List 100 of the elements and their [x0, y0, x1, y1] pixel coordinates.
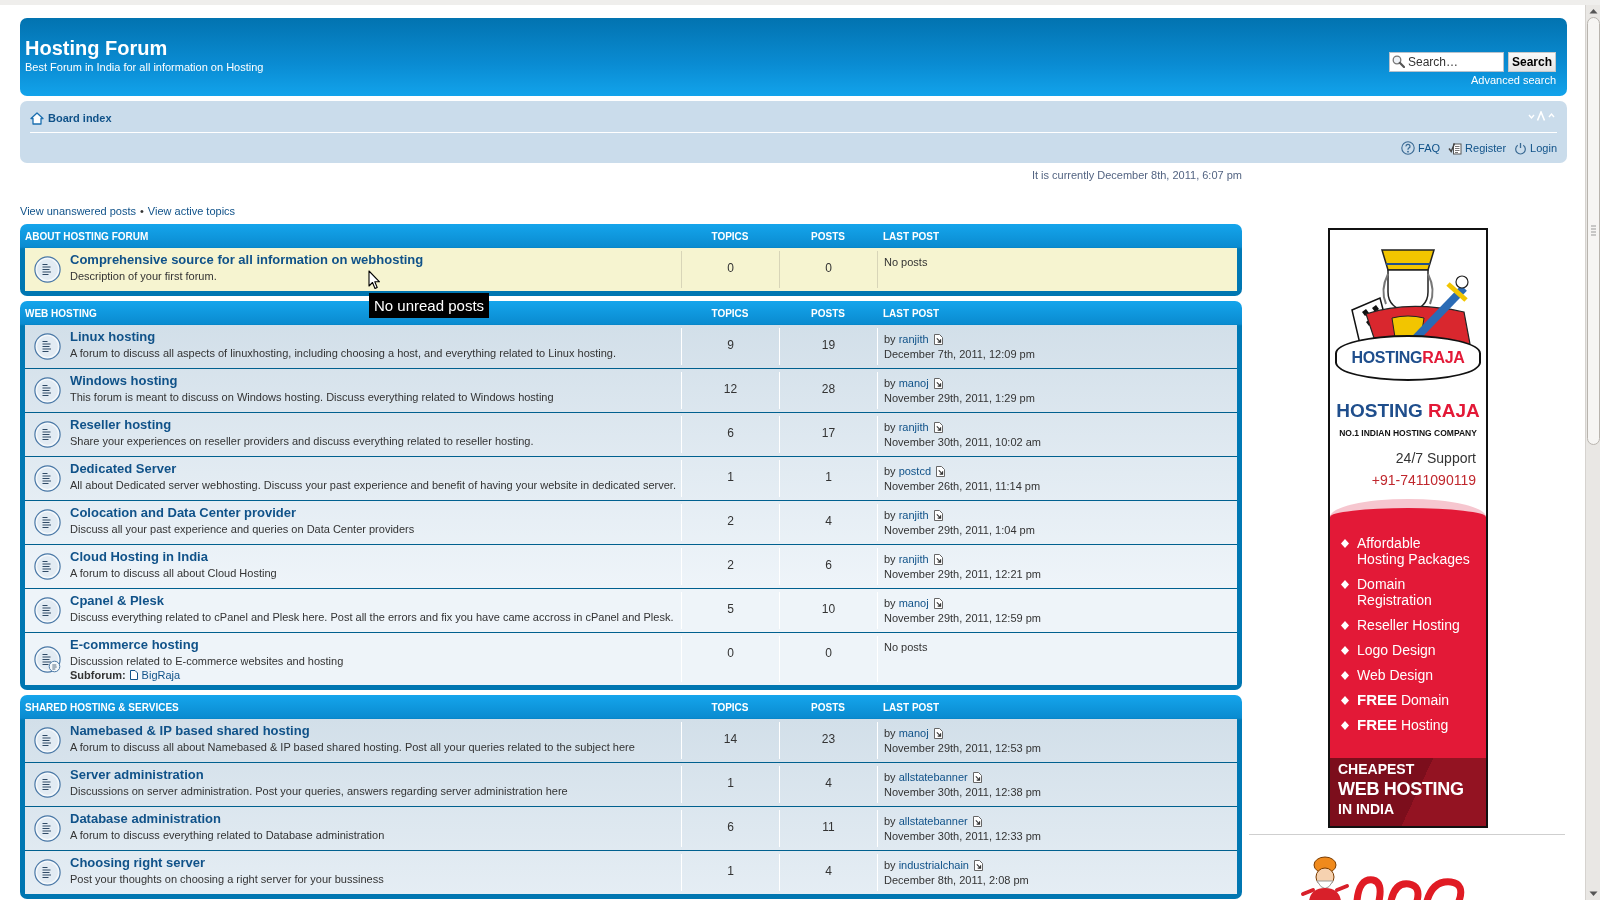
subforum-label: Subforum: — [70, 668, 126, 682]
document-arrow-icon[interactable] — [935, 465, 947, 477]
forum-title-link[interactable]: Choosing right server — [70, 855, 206, 870]
author-link[interactable]: ranjith — [898, 507, 929, 523]
last-post-time: November 29th, 2011, 12:59 pm — [884, 611, 1041, 624]
support-text: 24/7 Support — [1394, 450, 1477, 467]
post-count: 1 — [825, 469, 832, 484]
forum-icon — [34, 771, 61, 798]
scroll-up-arrow-icon[interactable] — [1588, 8, 1598, 14]
document-arrow-icon[interactable] — [971, 815, 983, 827]
feature-item: Domain Registration — [1357, 576, 1433, 608]
topic-count: 9 — [727, 337, 734, 352]
topic-count: 1 — [727, 775, 734, 790]
document-arrow-icon[interactable] — [932, 553, 944, 565]
by-label: by — [884, 419, 896, 435]
by-label: by — [884, 375, 896, 391]
by-label: by — [884, 769, 896, 785]
faq-link[interactable]: FAQ — [1401, 140, 1441, 156]
diamond-bullet-icon — [1340, 695, 1349, 705]
post-count: 0 — [825, 260, 832, 275]
feature-item: Web Design — [1357, 667, 1434, 683]
document-arrow-icon[interactable] — [972, 859, 984, 871]
post-count: 6 — [825, 557, 832, 572]
diamond-bullet-icon — [1340, 670, 1349, 680]
mouse-pointer-icon — [368, 270, 381, 290]
document-arrow-icon[interactable] — [971, 771, 983, 783]
column-header: TOPICS — [711, 308, 749, 319]
author-link[interactable]: allstatebanner — [898, 813, 968, 829]
last-post-time: November 30th, 2011, 10:02 am — [884, 435, 1041, 448]
help-icon — [1401, 141, 1416, 155]
forum-icon — [34, 553, 61, 580]
forum-description: Share your experiences on reseller providers and discuss everything related to reseller hosting. — [70, 435, 534, 447]
document-arrow-icon[interactable] — [932, 421, 944, 433]
document-arrow-icon[interactable] — [932, 597, 944, 609]
column-header: TOPICS — [711, 231, 749, 242]
forum-title-link[interactable]: Database administration — [70, 811, 221, 826]
column-header: POSTS — [811, 308, 845, 319]
topic-count: 1 — [727, 863, 734, 878]
author-link[interactable]: allstatebanner — [898, 769, 968, 785]
forum-title-link[interactable]: Dedicated Server — [70, 461, 177, 476]
forum-description: Discussion related to E-commerce websites and hosting — [70, 655, 344, 667]
last-post-time: November 29th, 2011, 12:21 pm — [884, 567, 1041, 580]
forum-title-link[interactable]: Cpanel & Plesk — [70, 593, 164, 608]
feature-item: FREE Hosting — [1357, 717, 1450, 733]
forum-subforum-icon — [34, 645, 61, 673]
forum-title-link[interactable]: Comprehensive source for all information on webhosting — [70, 252, 424, 267]
document-arrow-icon[interactable] — [932, 333, 944, 345]
subforum-link[interactable]: BigRaja — [141, 668, 181, 682]
search-button[interactable]: Search — [1508, 52, 1556, 72]
topic-count: 0 — [727, 260, 734, 275]
forum-title-link[interactable]: Linux hosting — [70, 329, 156, 344]
active-topics-link[interactable]: View active topics — [147, 204, 236, 218]
post-count: 4 — [825, 513, 832, 528]
category-title: ABOUT HOSTING FORUM — [25, 231, 149, 242]
board-index-link[interactable]: Board index — [30, 110, 112, 126]
last-post-time: December 7th, 2011, 12:09 pm — [884, 347, 1035, 360]
last-post-time: November 29th, 2011, 1:29 pm — [884, 391, 1035, 404]
post-count: 10 — [821, 601, 836, 616]
author-link[interactable]: ranjith — [898, 551, 929, 567]
author-link[interactable]: ranjith — [898, 331, 929, 347]
document-arrow-icon[interactable] — [932, 509, 944, 521]
author-link[interactable]: manoj — [898, 725, 929, 741]
by-label: by — [884, 331, 896, 347]
forum-title-link[interactable]: Windows hosting — [70, 373, 178, 388]
search-field[interactable]: Search… — [1389, 52, 1504, 72]
scrollbar-thumb[interactable] — [1586, 17, 1600, 445]
by-label: by — [884, 595, 896, 611]
author-link[interactable]: ranjith — [898, 419, 929, 435]
post-count: 0 — [825, 645, 832, 660]
forum-title-link[interactable]: Colocation and Data Center provider — [70, 505, 297, 520]
last-post-time: December 8th, 2011, 2:08 pm — [884, 873, 1029, 886]
login-link[interactable]: Login — [1514, 140, 1557, 156]
author-link[interactable]: industrialchain — [898, 857, 969, 873]
by-label: by — [884, 507, 896, 523]
forum-description: Description of your first forum. — [70, 270, 217, 282]
forum-title-link[interactable]: Server administration — [70, 767, 204, 782]
last-post-time: November 29th, 2011, 1:04 pm — [884, 523, 1035, 536]
post-count: 4 — [825, 775, 832, 790]
register-link[interactable]: Register — [1448, 140, 1507, 156]
forum-title-link[interactable]: Namebased & IP based shared hosting — [70, 723, 310, 738]
forum-icon — [34, 333, 61, 360]
document-arrow-icon[interactable] — [932, 727, 944, 739]
forum-icon — [34, 421, 61, 448]
topic-count: 6 — [727, 819, 734, 834]
author-link[interactable]: manoj — [898, 595, 929, 611]
forum-title-link[interactable]: Reseller hosting — [70, 417, 172, 432]
feature-item: Affordable Hosting Packages — [1357, 535, 1471, 567]
unanswered-posts-link[interactable]: View unanswered posts — [20, 204, 136, 218]
document-arrow-icon[interactable] — [932, 377, 944, 389]
scroll-down-arrow-icon[interactable] — [1588, 891, 1598, 897]
no-posts-label: No posts — [884, 255, 928, 268]
power-icon — [1514, 141, 1528, 155]
author-link[interactable]: postcd — [898, 463, 932, 479]
forum-icon — [34, 509, 61, 536]
forum-description: Discuss all your past experience and queries on Data Center providers — [70, 523, 415, 535]
forum-title-link[interactable]: E-commerce hosting — [70, 637, 199, 652]
forum-title-link[interactable]: Cloud Hosting in India — [70, 549, 208, 564]
ad-banner[interactable] — [1328, 228, 1488, 828]
topic-count: 14 — [723, 731, 738, 746]
author-link[interactable]: manoj — [898, 375, 929, 391]
